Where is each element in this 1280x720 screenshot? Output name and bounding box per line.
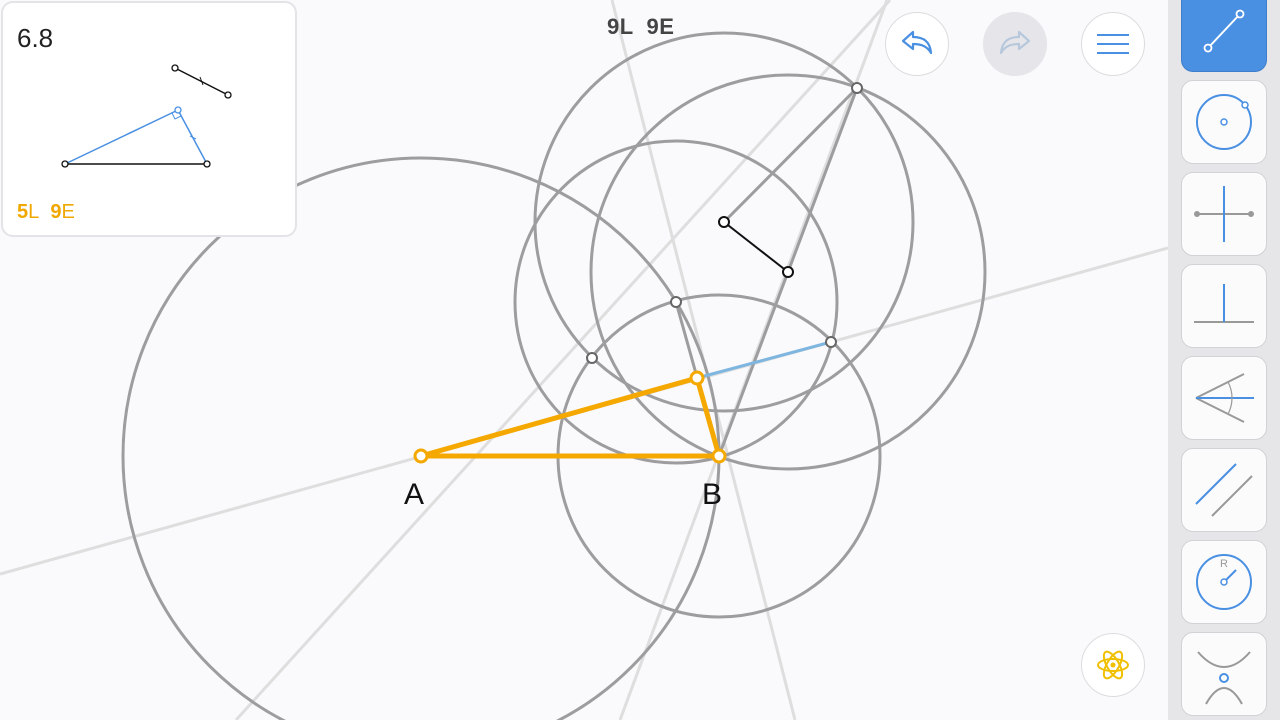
goal-score-l-unit: L bbox=[28, 201, 40, 223]
svg-text:R: R bbox=[1220, 558, 1228, 570]
move-counter: 9L 9E bbox=[607, 14, 675, 39]
parallel-icon bbox=[1195, 463, 1253, 517]
intersect-icon bbox=[1197, 651, 1251, 705]
construction-circle bbox=[121, 156, 721, 720]
compass-tool[interactable]: R bbox=[1181, 540, 1267, 624]
hint-button[interactable] bbox=[1081, 633, 1145, 697]
point-b[interactable] bbox=[711, 448, 727, 464]
segment-endpoint[interactable] bbox=[718, 216, 730, 228]
triangle-apex-point[interactable] bbox=[689, 370, 705, 386]
circle-tool[interactable] bbox=[1181, 80, 1267, 164]
goal-score-e: 9 bbox=[50, 201, 62, 223]
intersection-point[interactable] bbox=[670, 296, 682, 308]
menu-button[interactable] bbox=[1081, 12, 1145, 76]
perpendicular-bisector-tool[interactable] bbox=[1181, 172, 1267, 256]
line-icon bbox=[1203, 9, 1245, 53]
angle-bisector-tool[interactable] bbox=[1181, 356, 1267, 440]
circle-icon bbox=[1196, 94, 1252, 150]
point-b-label: B bbox=[702, 478, 723, 511]
menu-icon bbox=[1097, 34, 1129, 54]
redo-icon bbox=[999, 30, 1031, 55]
goal-score-e-unit: E bbox=[61, 201, 75, 223]
tool-sidebar: R bbox=[1168, 0, 1280, 720]
atom-icon bbox=[1097, 650, 1129, 680]
point-a-label: A bbox=[404, 478, 425, 511]
perpendicular-icon bbox=[1194, 284, 1254, 323]
point-a[interactable] bbox=[413, 448, 429, 464]
undo-button[interactable] bbox=[885, 12, 949, 76]
highlight-segment bbox=[696, 340, 832, 380]
given-segment bbox=[723, 221, 789, 273]
segment-endpoint[interactable] bbox=[782, 266, 794, 278]
result-triangle bbox=[420, 375, 722, 459]
intersection-point[interactable] bbox=[851, 82, 863, 94]
undo-icon bbox=[901, 30, 933, 55]
goal-card[interactable]: 6.8 5L 9E bbox=[1, 1, 297, 237]
intersect-tool[interactable] bbox=[1181, 632, 1267, 716]
app: A B 6.8 5L 9E 9L 9E R bbox=[0, 0, 1280, 720]
intersection-point[interactable] bbox=[586, 352, 598, 364]
goal-score-l: 5 bbox=[17, 201, 29, 223]
line-tool[interactable] bbox=[1181, 0, 1267, 72]
parallel-tool[interactable] bbox=[1181, 448, 1267, 532]
compass-icon: R bbox=[1196, 554, 1252, 610]
redo-button[interactable] bbox=[983, 12, 1047, 76]
guide-line bbox=[234, 0, 892, 720]
perpendicular-bisector-icon bbox=[1194, 186, 1254, 242]
intersection-point[interactable] bbox=[825, 336, 837, 348]
goal-score: 5L 9E bbox=[17, 201, 75, 224]
angle-bisector-icon bbox=[1195, 373, 1254, 423]
perpendicular-tool[interactable] bbox=[1181, 264, 1267, 348]
